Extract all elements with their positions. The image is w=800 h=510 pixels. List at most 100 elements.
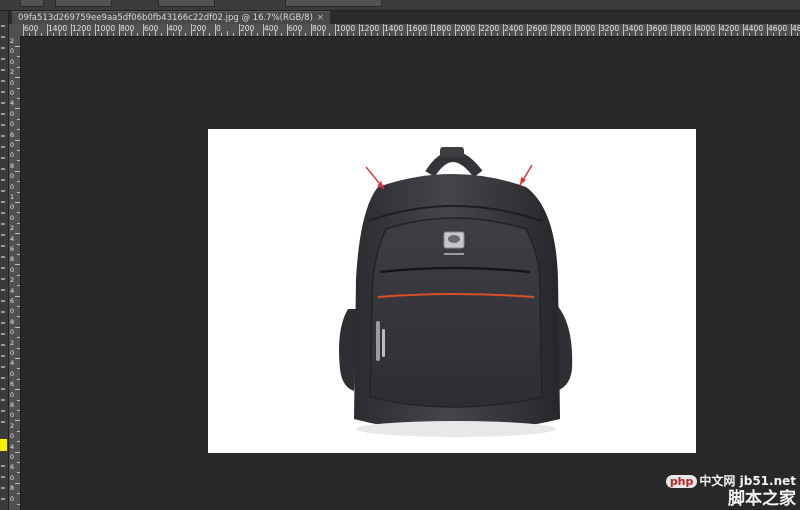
ruler-minor-tick	[257, 33, 258, 36]
ruler-minor-tick	[491, 31, 492, 36]
options-preset[interactable]	[20, 0, 44, 7]
tool-icon[interactable]	[1, 311, 5, 313]
options-dropdown[interactable]	[55, 0, 112, 7]
ruler-minor-tick	[521, 33, 522, 36]
tool-icon[interactable]	[1, 124, 5, 126]
ruler-tick-label: 4000	[696, 24, 716, 33]
tool-icon[interactable]	[1, 69, 5, 71]
ruler-minor-tick	[341, 33, 342, 36]
tool-icon[interactable]	[1, 91, 5, 93]
tool-icon[interactable]	[1, 333, 5, 335]
tool-icon[interactable]	[1, 190, 5, 192]
tool-icon[interactable]	[1, 366, 5, 368]
vertical-ruler-tick	[17, 98, 20, 99]
vertical-ruler[interactable]: 2002004006008001002468024608020406080204…	[9, 36, 21, 510]
ruler-major-tick	[23, 24, 24, 36]
ruler-minor-tick	[125, 33, 126, 36]
horizontal-ruler[interactable]: 600 1400 1200 1000 800 600 400 200 0 200 400 600 800…	[20, 24, 800, 37]
watermark-top-row: php 中文网 jb51.net	[665, 472, 796, 489]
ruler-tick-label: 4400	[744, 24, 764, 33]
tool-icon[interactable]	[1, 179, 5, 181]
ruler-minor-tick	[761, 33, 762, 36]
vertical-ruler-label: 2	[10, 37, 15, 45]
tool-icon[interactable]	[1, 498, 5, 500]
tool-icon[interactable]	[1, 289, 5, 291]
document-tab-bar: 09fa513d269759ee9aa5df06b0fb43166c22df02…	[0, 11, 800, 25]
document-canvas[interactable]	[208, 129, 696, 453]
tool-icon[interactable]	[1, 256, 5, 258]
ruler-minor-tick	[587, 31, 588, 36]
tool-icon[interactable]	[1, 146, 5, 148]
vertical-ruler-tick	[17, 274, 20, 276]
tool-icon[interactable]	[1, 245, 5, 247]
tool-icon[interactable]	[1, 322, 5, 324]
ruler-minor-tick	[425, 33, 426, 36]
ruler-minor-tick	[497, 33, 498, 36]
ruler-tick-label: 4600	[768, 24, 788, 33]
vertical-ruler-tick	[17, 368, 20, 370]
tool-icon[interactable]	[1, 135, 5, 137]
tool-icon[interactable]	[1, 223, 5, 225]
options-field[interactable]	[158, 0, 215, 7]
tool-icon[interactable]	[1, 344, 5, 346]
tool-icon[interactable]	[1, 355, 5, 357]
vertical-ruler-label: 0	[10, 213, 15, 222]
tool-icon[interactable]	[1, 487, 5, 489]
ruler-minor-tick	[131, 31, 132, 36]
tool-icon[interactable]	[1, 102, 5, 104]
options-button[interactable]	[285, 0, 382, 7]
vertical-ruler-tick	[17, 285, 20, 287]
vertical-ruler-tick	[17, 222, 20, 224]
ruler-minor-tick	[113, 33, 114, 36]
ruler-minor-tick	[269, 33, 270, 36]
tool-icon[interactable]	[1, 377, 5, 379]
ruler-minor-tick	[611, 31, 612, 36]
tool-icon[interactable]	[1, 47, 5, 49]
ruler-minor-tick	[227, 31, 228, 36]
tool-icon[interactable]	[1, 278, 5, 280]
ruler-minor-tick	[293, 33, 294, 36]
vertical-ruler-label: 8	[10, 255, 15, 264]
ruler-minor-tick	[317, 33, 318, 36]
tool-icon[interactable]	[1, 465, 5, 467]
tool-icon[interactable]	[1, 388, 5, 390]
ruler-major-tick	[623, 24, 624, 36]
tool-icon[interactable]	[1, 300, 5, 302]
vertical-ruler-tick	[17, 430, 20, 432]
ruler-minor-tick	[653, 33, 654, 36]
ruler-minor-tick	[701, 33, 702, 36]
ruler-major-tick	[767, 24, 768, 36]
ruler-minor-tick	[137, 33, 138, 36]
tool-icon[interactable]	[1, 212, 5, 214]
tool-icon[interactable]	[1, 58, 5, 60]
document-tab[interactable]: 09fa513d269759ee9aa5df06b0fb43166c22df02…	[12, 11, 331, 25]
tool-icon[interactable]	[1, 157, 5, 159]
vertical-ruler-tick	[15, 233, 20, 235]
tool-icon[interactable]	[1, 113, 5, 115]
vertical-ruler-tick	[17, 462, 20, 463]
tool-icon[interactable]	[1, 421, 5, 423]
tool-icon[interactable]	[1, 36, 5, 38]
ruler-minor-tick	[413, 33, 414, 36]
ruler-minor-tick	[605, 33, 606, 36]
ruler-minor-tick	[443, 31, 444, 36]
ruler-tick-label: 3600	[648, 24, 668, 33]
vertical-ruler-tick	[15, 389, 20, 391]
vertical-ruler-tick	[15, 295, 20, 297]
tool-icon[interactable]	[1, 410, 5, 412]
vertical-ruler-tick	[17, 347, 20, 349]
ruler-minor-tick	[353, 33, 354, 36]
tool-icon[interactable]	[1, 267, 5, 269]
tab-close-icon[interactable]: ×	[317, 13, 324, 23]
ruler-minor-tick	[401, 33, 402, 36]
tool-icon[interactable]	[1, 476, 5, 478]
tool-icon[interactable]	[1, 168, 5, 170]
foreground-color-swatch[interactable]	[0, 439, 7, 451]
tool-icon[interactable]	[1, 25, 5, 27]
vertical-ruler-tick	[17, 472, 20, 474]
ruler-minor-tick	[509, 33, 510, 36]
tool-icon[interactable]	[1, 399, 5, 401]
tool-icon[interactable]	[1, 80, 5, 82]
tool-icon[interactable]	[1, 234, 5, 236]
tool-icon[interactable]	[1, 201, 5, 203]
